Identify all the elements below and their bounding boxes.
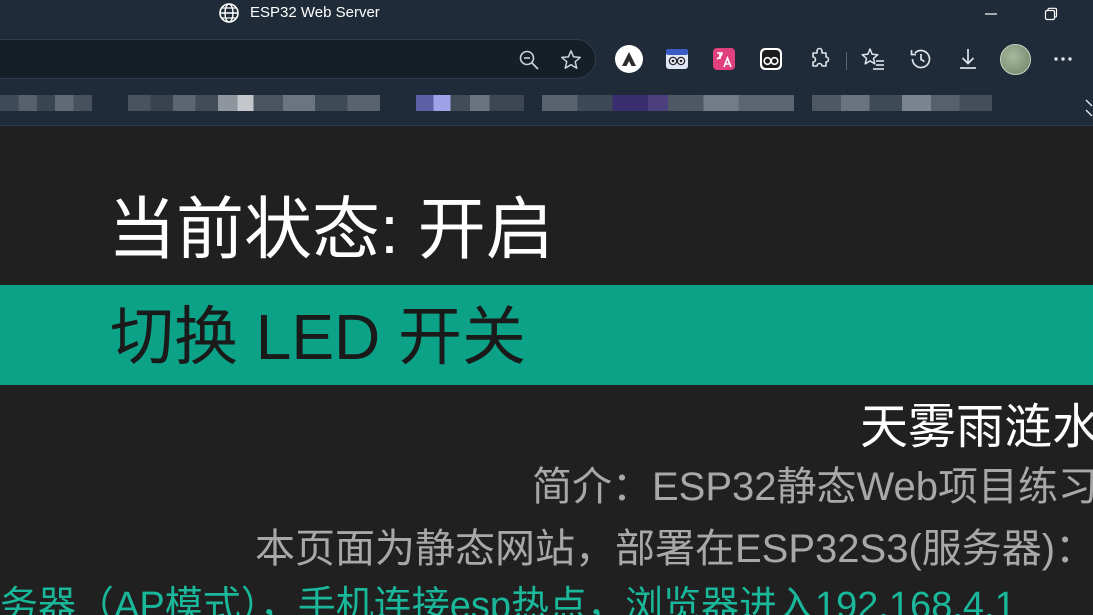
bookmark-item[interactable] [812,95,992,111]
description-text: 本页面为静态网站，部署在ESP32S3(服务器)： [255,527,1093,571]
zoom-out-icon [519,50,539,70]
access-guide-text: 务器（AP模式），手机连接esp热点，浏览器进入192.168.4.1 [0,585,1016,615]
extensions-button[interactable] [805,44,835,74]
bookmark-item[interactable] [542,95,794,111]
window-title: ESP32 Web Server [250,4,380,21]
owl-extension-button[interactable] [662,44,692,74]
bookmark-item[interactable] [416,95,524,111]
zoom-button[interactable] [517,48,541,72]
restore-button[interactable] [1028,0,1074,28]
arc-extension-icon [615,45,643,73]
history-icon [910,49,931,69]
author-name: 天雾雨涟水 [860,401,1093,454]
favorites-button[interactable] [858,44,888,74]
window-titlebar: ESP32 Web Server [0,0,1093,28]
translate-extension-button[interactable] [709,44,739,74]
favorite-star-icon [561,50,581,69]
profile-avatar[interactable] [1000,44,1031,75]
bookmark-item[interactable] [218,95,380,111]
bookmarks-overflow-icon[interactable] [1084,96,1093,120]
arc-extension-button[interactable] [614,44,644,74]
restore-icon [1044,7,1058,21]
bookmark-item[interactable] [0,95,92,111]
bookmarks-bar [0,90,1093,126]
glasses-extension-button[interactable] [756,44,786,74]
favorites-list-icon [861,48,884,70]
bookmark-item[interactable] [128,95,218,111]
glasses-extension-icon [760,48,782,70]
toolbar-divider [846,52,847,70]
more-menu-icon [1054,57,1072,61]
led-status-heading: 当前状态: 开启 [108,192,554,268]
more-button[interactable] [1048,44,1078,74]
add-favorite-button[interactable] [559,48,583,72]
download-icon [960,49,976,69]
owl-extension-icon [666,49,688,69]
page-content: 当前状态: 开启 切换 LED 开关 天雾雨涟水 简介：ESP32静态Web项目… [0,126,1093,615]
translate-extension-icon [713,48,735,70]
toggle-led-button[interactable]: 切换 LED 开关 [0,285,1093,385]
minimize-icon [985,13,997,15]
toggle-led-label: 切换 LED 开关 [110,301,527,373]
address-bar[interactable] [0,39,596,79]
history-button[interactable] [906,44,936,74]
downloads-button[interactable] [953,44,983,74]
minimize-button[interactable] [968,0,1014,28]
globe-icon [219,3,239,23]
intro-text: 简介：ESP32静态Web项目练习 [532,465,1093,509]
extensions-puzzle-icon [812,47,830,67]
